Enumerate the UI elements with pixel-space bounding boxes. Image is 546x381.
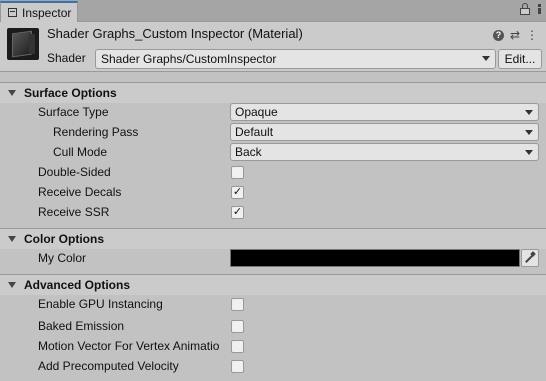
my-color-field[interactable] [230,249,520,267]
surface-type-row: Surface Type Opaque [0,102,546,122]
chevron-down-icon [525,130,533,135]
tab-inspector[interactable]: Inspector [0,1,78,22]
baked-emission-checkbox[interactable] [231,319,244,333]
foldout-arrow-icon [8,282,16,288]
receive-ssr-row: Receive SSR ✓ [0,202,546,222]
cull-mode-label: Cull Mode [53,145,108,159]
section-title: Color Options [24,232,104,246]
eyedropper-icon[interactable] [521,249,539,267]
receive-ssr-label: Receive SSR [38,205,110,219]
gpu-instancing-label: Enable GPU Instancing [38,297,163,311]
cull-mode-dropdown[interactable]: Back [230,143,539,161]
shader-label: Shader [47,51,86,65]
motion-vector-label: Motion Vector For Vertex Animatio [38,339,220,353]
surface-type-dropdown[interactable]: Opaque [230,103,539,121]
cull-mode-value: Back [235,145,262,159]
chevron-down-icon [482,56,490,61]
gpu-instancing-row: Enable GPU Instancing [0,294,546,314]
surface-type-label: Surface Type [38,105,109,119]
inspector-icon [8,8,17,17]
material-title: Shader Graphs_Custom Inspector (Material… [47,26,303,41]
double-sided-checkbox[interactable] [231,165,244,179]
receive-decals-row: Receive Decals ✓ [0,182,546,202]
section-title: Advanced Options [24,278,131,292]
section-title: Surface Options [24,86,117,100]
foldout-arrow-icon [8,236,16,242]
my-color-row: My Color [0,248,546,268]
precomputed-velocity-row: Add Precomputed Velocity [0,356,546,376]
cull-mode-row: Cull Mode Back [0,142,546,162]
tab-bar: Inspector [0,0,546,22]
rendering-pass-dropdown[interactable]: Default [230,123,539,141]
baked-emission-row: Baked Emission [0,316,546,336]
precomputed-velocity-checkbox[interactable] [231,359,244,373]
baked-emission-label: Baked Emission [38,319,125,333]
receive-decals-checkbox[interactable]: ✓ [231,185,244,199]
motion-vector-checkbox[interactable] [231,339,244,353]
shader-dropdown[interactable]: Shader Graphs/CustomInspector [95,49,496,69]
help-icon[interactable]: ? [492,29,504,41]
rendering-pass-value: Default [235,125,274,139]
material-preview-icon [7,28,39,60]
precomputed-velocity-label: Add Precomputed Velocity [38,359,179,373]
double-sided-label: Double-Sided [38,165,111,179]
surface-options-foldout[interactable]: Surface Options [0,82,546,103]
surface-type-value: Opaque [235,105,278,119]
rendering-pass-label: Rendering Pass [53,125,139,139]
tab-actions [520,3,542,15]
receive-decals-label: Receive Decals [38,185,122,199]
material-header: Shader Graphs_Custom Inspector (Material… [0,22,546,72]
foldout-arrow-icon [8,90,16,96]
double-sided-row: Double-Sided [0,162,546,182]
chevron-down-icon [525,110,533,115]
motion-vector-row: Motion Vector For Vertex Animatio [0,336,546,356]
separator [0,73,546,79]
header-icons: ? ⇄ ⋮ [492,28,538,42]
receive-ssr-checkbox[interactable]: ✓ [231,205,244,219]
dots-icon[interactable]: ⋮ [526,28,538,42]
preset-icon[interactable]: ⇄ [510,28,520,42]
chevron-down-icon [525,150,533,155]
edit-button[interactable]: Edit... [498,49,542,69]
advanced-options-foldout[interactable]: Advanced Options [0,274,546,295]
rendering-pass-row: Rendering Pass Default [0,122,546,142]
my-color-label: My Color [38,251,87,265]
shader-value: Shader Graphs/CustomInspector [101,52,277,66]
tab-label: Inspector [22,5,72,20]
kebab-menu-icon[interactable] [538,3,542,15]
gpu-instancing-checkbox[interactable] [231,297,244,311]
color-options-foldout[interactable]: Color Options [0,228,546,249]
lock-icon[interactable] [520,3,530,15]
